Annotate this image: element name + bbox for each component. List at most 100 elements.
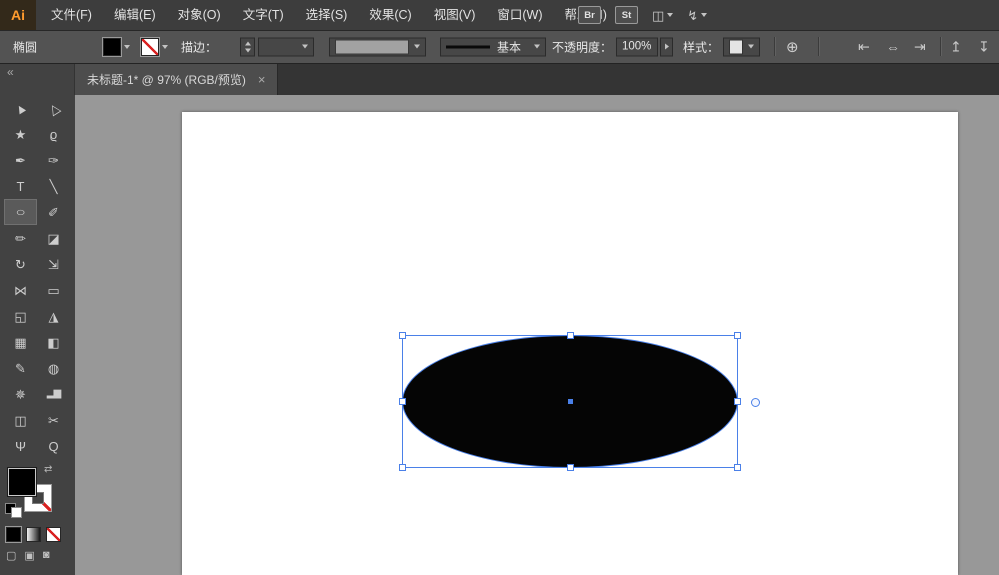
pen-tool[interactable]: ✒ bbox=[4, 147, 37, 173]
stock-badge[interactable]: St bbox=[615, 6, 638, 24]
stroke-color-swatch[interactable] bbox=[141, 38, 159, 56]
stepper-down-icon[interactable] bbox=[245, 48, 251, 52]
align-horizontal-center-icon[interactable]: ⇔ bbox=[886, 39, 900, 55]
gpu-performance-icon[interactable]: ↯ bbox=[687, 9, 707, 22]
fill-well[interactable] bbox=[8, 468, 36, 496]
eyedropper-tool-icon: ✎ bbox=[15, 362, 26, 375]
menu-item-view[interactable]: 视图(V) bbox=[423, 0, 487, 30]
chevron-down-icon bbox=[748, 45, 754, 49]
stroke-color-control[interactable] bbox=[141, 38, 168, 56]
line-tool[interactable]: ╲ bbox=[37, 173, 70, 199]
style-label: 样式： bbox=[683, 38, 719, 55]
handle-middle-left[interactable] bbox=[399, 398, 406, 405]
hand-tool[interactable]: Ψ bbox=[4, 433, 37, 459]
width-profile-preview bbox=[446, 45, 490, 48]
stroke-weight-stepper[interactable] bbox=[240, 37, 255, 56]
default-fill-stroke-icon[interactable] bbox=[5, 503, 22, 518]
menu-item-file[interactable]: 文件(F) bbox=[40, 0, 103, 30]
illustrator-window: Ai 文件(F) 编辑(E) 对象(O) 文字(T) 选择(S) 效果(C) 视… bbox=[0, 0, 999, 575]
align-horizontal-right-icon[interactable]: ⇥ bbox=[914, 38, 926, 55]
zoom-tool[interactable]: Q bbox=[37, 433, 70, 459]
type-tool[interactable]: T bbox=[4, 173, 37, 199]
app-logo-icon[interactable]: Ai bbox=[0, 0, 36, 30]
handle-top-center[interactable] bbox=[567, 332, 574, 339]
curvature-tool-icon: ✑ bbox=[48, 154, 59, 167]
selection-tool[interactable]: ▲ bbox=[4, 95, 37, 121]
menu-item-effect[interactable]: 效果(C) bbox=[358, 0, 422, 30]
opacity-input[interactable]: 100% bbox=[616, 37, 658, 56]
handle-bottom-center[interactable] bbox=[567, 464, 574, 471]
swap-fill-stroke-icon[interactable]: ⇄ bbox=[44, 464, 52, 475]
stroke-weight-dropdown[interactable] bbox=[258, 37, 314, 56]
symbol-sprayer-tool[interactable]: ✵ bbox=[4, 381, 37, 407]
menu-item-edit[interactable]: 编辑(E) bbox=[103, 0, 167, 30]
side-widget-handle[interactable] bbox=[751, 398, 760, 407]
selection-tool-icon: ▲ bbox=[12, 99, 30, 117]
selection-center-point[interactable] bbox=[568, 399, 573, 404]
color-mode-button[interactable] bbox=[6, 527, 21, 542]
draw-normal-mode-button[interactable]: ▢ bbox=[6, 549, 16, 562]
curvature-tool[interactable]: ✑ bbox=[37, 147, 70, 173]
free-transform-tool-icon: ▭ bbox=[47, 284, 59, 297]
scale-tool[interactable]: ⇲ bbox=[37, 251, 70, 277]
eraser-tool[interactable]: ◪ bbox=[37, 225, 70, 251]
document-tab[interactable]: 未标题-1* @ 97% (RGB/预览) × bbox=[75, 63, 278, 95]
bridge-badge[interactable]: Br bbox=[578, 6, 601, 24]
brush-definition-dropdown[interactable] bbox=[329, 37, 426, 56]
draw-behind-mode-button[interactable]: ▣ bbox=[24, 549, 34, 562]
menu-items: 文件(F) 编辑(E) 对象(O) 文字(T) 选择(S) 效果(C) 视图(V… bbox=[40, 0, 618, 30]
perspective-grid-tool[interactable]: ◮ bbox=[37, 303, 70, 329]
artboard-tool-icon: ◫ bbox=[14, 414, 26, 427]
menu-item-select[interactable]: 选择(S) bbox=[295, 0, 359, 30]
gradient-mode-button[interactable] bbox=[26, 527, 41, 542]
slice-tool[interactable]: ✂ bbox=[37, 407, 70, 433]
handle-top-left[interactable] bbox=[399, 332, 406, 339]
align-vertical-bottom-icon[interactable]: ↧ bbox=[978, 38, 990, 55]
artboard-tool[interactable]: ◫ bbox=[4, 407, 37, 433]
align-horizontal-left-icon[interactable]: ⇤ bbox=[858, 38, 870, 55]
direct-selection-tool[interactable]: △ bbox=[37, 95, 70, 121]
mesh-tool[interactable]: ▦ bbox=[4, 329, 37, 355]
menu-item-window[interactable]: 窗口(W) bbox=[486, 0, 553, 30]
shape-builder-tool[interactable]: ◱ bbox=[4, 303, 37, 329]
toolbar-collapse-button[interactable]: « bbox=[0, 63, 75, 95]
menu-item-object[interactable]: 对象(O) bbox=[167, 0, 232, 30]
width-profile-dropdown[interactable]: 基本 bbox=[440, 37, 546, 56]
tools-panel: ▲ △ ★ ϱ ✒ ✑ T ╲ ○ ✐ ✏ ◪ ↻ ⇲ ⋈ ▭ ◱ ◮ ▦ ◧ … bbox=[0, 95, 76, 575]
handle-bottom-left[interactable] bbox=[399, 464, 406, 471]
shape-builder-tool-icon: ◱ bbox=[14, 310, 26, 323]
stepper-up-icon[interactable] bbox=[245, 41, 251, 45]
menu-item-type[interactable]: 文字(T) bbox=[232, 0, 295, 30]
handle-bottom-right[interactable] bbox=[734, 464, 741, 471]
align-vertical-top-icon[interactable]: ↥ bbox=[950, 38, 962, 55]
none-mode-button[interactable] bbox=[46, 527, 61, 542]
handle-top-right[interactable] bbox=[734, 332, 741, 339]
draw-inside-mode-button[interactable]: ◙ bbox=[43, 549, 50, 562]
lasso-tool[interactable]: ϱ bbox=[37, 121, 70, 147]
active-tool-label: 椭圆 bbox=[13, 38, 37, 55]
column-graph-tool[interactable]: ▂▆ bbox=[37, 381, 70, 407]
paintbrush-tool[interactable]: ✐ bbox=[37, 199, 70, 225]
pencil-tool[interactable]: ✏ bbox=[4, 225, 37, 251]
ellipse-tool[interactable]: ○ bbox=[4, 199, 37, 225]
free-transform-tool[interactable]: ▭ bbox=[37, 277, 70, 303]
handle-middle-right[interactable] bbox=[734, 398, 741, 405]
style-dropdown[interactable] bbox=[723, 37, 760, 56]
width-profile-value: 基本 bbox=[497, 38, 521, 55]
fill-color-control[interactable] bbox=[103, 38, 130, 56]
gradient-tool[interactable]: ◧ bbox=[37, 329, 70, 355]
magic-wand-tool[interactable]: ★ bbox=[4, 121, 37, 147]
stroke-label: 描边： bbox=[181, 38, 217, 55]
arrange-documents-icon[interactable]: ◫ bbox=[652, 9, 673, 22]
chevron-right-icon bbox=[665, 44, 669, 50]
gradient-tool-icon: ◧ bbox=[47, 336, 59, 349]
eyedropper-tool[interactable]: ✎ bbox=[4, 355, 37, 381]
width-tool[interactable]: ⋈ bbox=[4, 277, 37, 303]
opacity-options-button[interactable] bbox=[660, 37, 673, 56]
blend-tool[interactable]: ◍ bbox=[37, 355, 70, 381]
rotate-tool[interactable]: ↻ bbox=[4, 251, 37, 277]
canvas-area[interactable] bbox=[75, 95, 999, 575]
recolor-artwork-icon[interactable]: ⊕ bbox=[786, 38, 799, 56]
fill-color-swatch[interactable] bbox=[103, 38, 121, 56]
tab-close-icon[interactable]: × bbox=[258, 72, 266, 87]
